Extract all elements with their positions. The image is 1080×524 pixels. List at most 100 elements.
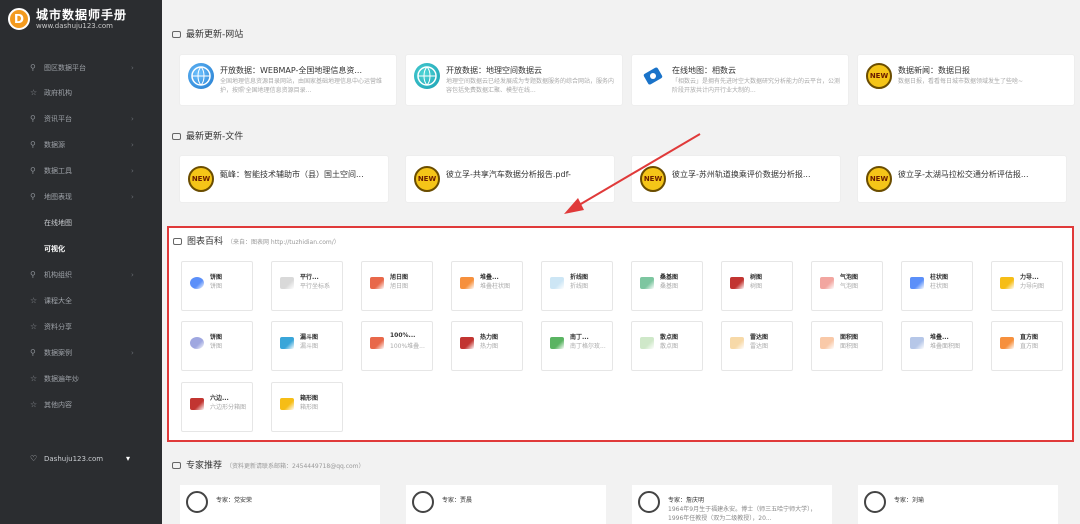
footer-label: Dashuju123.com [44,455,104,463]
sidebar-item-2[interactable]: ⚲ 资讯平台 › [0,108,162,130]
chart-tile[interactable]: 折线图 折线图 [541,261,613,311]
sidebar-item-8[interactable]: ⚲ 机构组织 › [0,264,162,286]
sidebar-item-13[interactable]: ☆ 其他内容 [0,394,162,416]
site-card[interactable]: NEW 数据新闻：数据日报 数据日报，看看每日城市数据领域发生了些啥~ [858,55,1074,105]
sidebar-item-label: 数据遍年炒 [44,375,79,383]
sidebar-item-1[interactable]: ☆ 政府机构 [0,82,162,104]
avatar-icon [186,491,208,513]
chart-tile[interactable]: 饼图 饼图 [181,321,253,371]
chart-tile[interactable]: 平行... 平行坐标系 [271,261,343,311]
chart-type-icon [190,277,204,289]
chart-tile[interactable]: 饼图 饼图 [181,261,253,311]
expert-card[interactable]: 专家：詹庆明 1964年9月生于福建永安。博士（师三五哈宁师大学），1996年任教… [632,485,832,524]
annotation-arrow [564,133,701,214]
chart-tile[interactable]: 雷达图 雷达图 [721,321,793,371]
star-icon: ☆ [30,374,38,383]
section-title-experts: 专家推荐 （资料更新请联系邮箱：2454449718@qq.com） [172,458,365,471]
sidebar-item-3[interactable]: ⚲ 数据源 › [0,134,162,156]
chart-tile-name: 100%... [390,332,416,339]
chart-tile[interactable]: 堆叠... 堆叠面积图 [901,321,973,371]
chart-tile[interactable]: 箱形图 箱形图 [271,382,343,432]
pin-icon: ⚲ [30,140,36,149]
chevron-right-icon: › [131,193,134,201]
chart-type-icon [910,277,924,289]
chart-tile[interactable]: 六边... 六边形分箱图 [181,382,253,432]
chart-tile-name: 树图 [750,274,763,281]
brand-subtitle: www.dashuju123.com [36,22,113,30]
chart-type-icon [280,277,294,289]
chart-tile-name: 饼图 [210,334,223,341]
sidebar-item-9[interactable]: ☆ 课程大全 [0,290,162,312]
pin-icon: ⚲ [30,192,36,201]
chart-tile[interactable]: 100%... 100%堆叠... [361,321,433,371]
site-card-desc: 地理空间数据云已经发展成为专题数据服务的综合网站，服务内容包括免费数据汇聚、模型… [446,78,614,94]
section-icon [172,31,181,38]
chart-tile-sub: 力导向图 [1020,283,1045,290]
chart-tile[interactable]: 面积图 面积图 [811,321,883,371]
sidebar-footer[interactable]: ♡ Dashuju123.com ▾ [0,448,162,470]
site-card-title: 开放数据：地理空间数据云 [446,66,542,75]
chart-tile[interactable]: 散点图 散点图 [631,321,703,371]
star-icon: ☆ [30,88,38,97]
chart-tile-name: 堆叠... [930,334,949,341]
sidebar-item-label: 课程大全 [44,297,72,305]
chevron-right-icon: › [131,349,134,357]
sidebar-item-6[interactable]: 在线地图 [0,212,162,234]
sidebar-item-4[interactable]: ⚲ 数据工具 › [0,160,162,182]
heart-icon: ♡ [30,454,38,463]
pin-icon: ⚲ [30,348,36,357]
sidebar-item-11[interactable]: ⚲ 数据案例 › [0,342,162,364]
chart-type-icon [640,337,654,349]
chart-type-icon [460,337,474,349]
section-note: （来自：图表网 http://tuzhidian.com/） [227,239,340,246]
site-card-desc: 「相数云」是拥有先进时空大数据研究分析能力的云平台，公测阶段开放共计内开行业大制… [672,78,840,94]
chart-tile[interactable]: 树图 树图 [721,261,793,311]
site-card[interactable]: 在线地图：相数云 「相数云」是拥有先进时空大数据研究分析能力的云平台，公测阶段开放… [632,55,848,105]
chart-tile-name: 南丁... [570,334,589,341]
chart-tile[interactable]: 漏斗图 漏斗图 [271,321,343,371]
file-card-title: 甄峰：智能技术辅助市（县）国土空间... [220,170,364,179]
sidebar-item-12[interactable]: ☆ 数据遍年炒 [0,368,162,390]
chart-tile[interactable]: 柱状图 柱状图 [901,261,973,311]
chart-tile-name: 堆叠... [480,274,499,281]
chart-tile[interactable]: 气泡图 气泡图 [811,261,883,311]
chevron-right-icon: › [131,141,134,149]
chart-tile[interactable]: 旭日图 旭日图 [361,261,433,311]
chart-tile-sub: 南丁格尔玫... [570,343,606,350]
sidebar-item-label: 数据案例 [44,349,72,357]
section-title-site-update: 最新更新-网站 [172,27,243,40]
chart-tile-sub: 桑基图 [660,283,679,290]
section-note: （资料更新请联系邮箱：2454449718@qq.com） [226,463,365,470]
site-card[interactable]: 开放数据：WEBMAP-全国地理信息资... 全国地理信息资源目录网站，由国家基础… [180,55,396,105]
chart-tile-name: 漏斗图 [300,334,319,341]
sidebar-item-7[interactable]: 可视化 [0,238,162,260]
sidebar-item-label: 机构组织 [44,271,72,279]
chevron-right-icon: › [131,64,134,72]
chart-wiki-panel: 图表百科 （来自：图表网 http://tuzhidian.com/） 饼图 饼图平… [167,226,1074,442]
sidebar-item-10[interactable]: ☆ 资料分享 [0,316,162,338]
sidebar-item-0[interactable]: ⚲ 图区数据平台 › [0,57,162,79]
site-card[interactable]: 开放数据：地理空间数据云地理空间数据云已经发展成为专题数据服务的综合网站，服务内… [406,55,622,105]
file-card[interactable]: NEW 甄峰：智能技术辅助市（县）国土空间... [180,156,388,202]
brand[interactable]: D 城市数据师手册 www.dashuju123.com [8,6,158,36]
expert-card[interactable]: 专家：贾晨 [406,485,606,524]
expert-name: 专家：刘瑜 [894,497,925,504]
site-card-title: 数据新闻：数据日报 [898,66,970,75]
expert-card[interactable]: 专家：刘瑜 [858,485,1058,524]
chart-tile[interactable]: 堆叠... 堆叠柱状图 [451,261,523,311]
chart-tile[interactable]: 直方图 直方图 [991,321,1063,371]
expert-card[interactable]: 专家：党安荣 [180,485,380,524]
avatar-icon [638,491,660,513]
chart-tile-sub: 饼图 [210,283,223,290]
chart-type-icon [550,277,564,289]
file-card[interactable]: NEW 彼立孚-太湖马拉松交通分析评估报... [858,156,1066,202]
chart-type-icon [370,277,384,289]
chart-tile[interactable]: 热力图 热力图 [451,321,523,371]
chart-tile[interactable]: 桑基图 桑基图 [631,261,703,311]
chart-tile[interactable]: 南丁... 南丁格尔玫... [541,321,613,371]
expert-desc: 1964年9月生于福建永安。博士（师三五哈宁师大学），1996年任教授（双为二级… [668,506,817,522]
chart-tile[interactable]: 力导... 力导向图 [991,261,1063,311]
sidebar-item-5[interactable]: ⚲ 地图表现 › [0,186,162,208]
expert-name: 专家：贾晨 [442,497,473,504]
chart-tile-sub: 雷达图 [750,343,769,350]
